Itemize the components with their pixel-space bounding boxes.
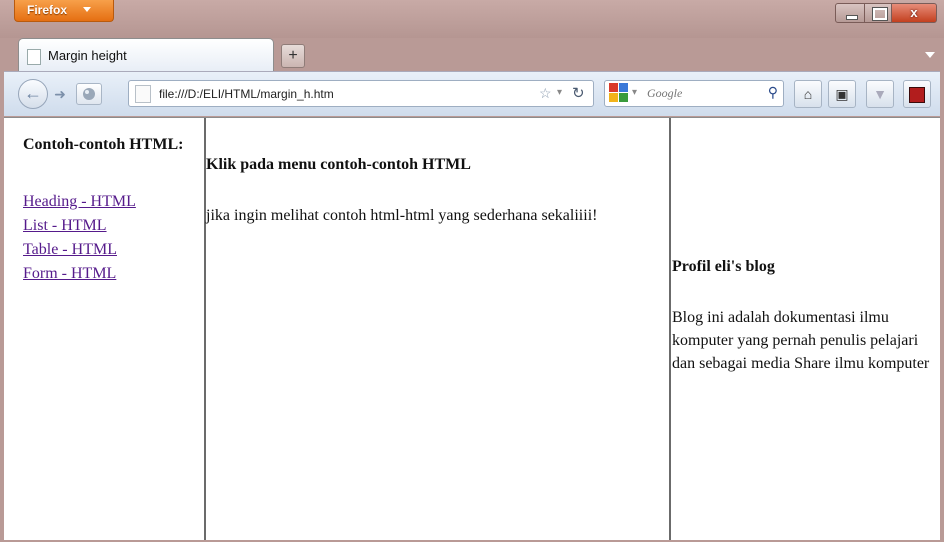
- tab-title: Margin height: [48, 48, 127, 63]
- bookmarks-icon: ▣: [835, 86, 849, 102]
- list-item: Form - HTML: [23, 262, 136, 286]
- downloads-button[interactable]: ▼: [866, 80, 894, 108]
- search-engine-dropdown-icon[interactable]: ▾: [632, 87, 637, 98]
- page-favicon-icon: [27, 49, 41, 65]
- title-bar: Firefox x: [0, 0, 944, 38]
- bookmarks-button[interactable]: ▣: [828, 80, 856, 108]
- main-frame-heading: Klik pada menu contoh-contoh HTML: [206, 156, 471, 173]
- right-frame: Profil eli's blog Blog ini adalah dokume…: [671, 118, 940, 540]
- link-heading-html[interactable]: Heading - HTML: [23, 193, 136, 210]
- main-frame-text: jika ingin melihat contoh html-html yang…: [206, 207, 598, 224]
- site-identity-button[interactable]: [76, 83, 102, 105]
- list-item: Table - HTML: [23, 238, 136, 262]
- forward-arrow-icon: ➜: [54, 86, 66, 102]
- back-forward-group: ← ➜: [18, 79, 114, 109]
- navigation-toolbar: ← ➜ ☆ ▾ ↻ ▾ ⚲ ⌂ ▣ ▼: [4, 71, 940, 116]
- address-bar[interactable]: ☆ ▾ ↻: [128, 80, 594, 107]
- link-list-html[interactable]: List - HTML: [23, 217, 107, 234]
- back-arrow-icon: ←: [24, 83, 42, 103]
- list-item: List - HTML: [23, 214, 136, 238]
- page-viewport: Contoh-contoh HTML: Heading - HTML List …: [4, 117, 940, 540]
- close-window-button[interactable]: x: [891, 3, 937, 23]
- search-icon[interactable]: ⚲: [768, 84, 778, 101]
- list-item: Heading - HTML: [23, 190, 136, 214]
- home-button[interactable]: ⌂: [794, 80, 822, 108]
- right-frame-heading: Profil eli's blog: [672, 258, 775, 275]
- plus-icon: +: [288, 47, 298, 64]
- download-icon: ▼: [873, 86, 887, 102]
- tab-margin-height[interactable]: Margin height: [18, 38, 274, 71]
- main-frame: Klik pada menu contoh-contoh HTML jika i…: [206, 118, 671, 540]
- example-links-list: Heading - HTML List - HTML Table - HTML …: [23, 190, 136, 286]
- maximize-button[interactable]: [864, 3, 892, 23]
- minimize-button[interactable]: [835, 3, 865, 23]
- close-icon: x: [910, 5, 918, 20]
- addon-button[interactable]: [903, 80, 931, 108]
- left-frame-heading: Contoh-contoh HTML:: [23, 136, 184, 153]
- google-logo-icon[interactable]: [609, 83, 629, 103]
- addon-icon: [909, 87, 925, 103]
- page-icon: [135, 85, 151, 103]
- right-frame-text: Blog ini adalah dokumentasi ilmu kompute…: [672, 309, 930, 372]
- link-form-html[interactable]: Form - HTML: [23, 265, 116, 282]
- new-tab-button[interactable]: +: [281, 44, 305, 68]
- search-bar[interactable]: ▾ ⚲: [604, 80, 784, 107]
- globe-icon: [83, 88, 95, 100]
- firefox-menu-button[interactable]: Firefox: [14, 0, 114, 22]
- firefox-menu-label: Firefox: [27, 3, 68, 17]
- back-button[interactable]: ←: [18, 79, 48, 109]
- url-input[interactable]: [159, 87, 499, 101]
- minimize-icon: [846, 15, 858, 20]
- history-dropdown-icon[interactable]: ▾: [557, 87, 562, 98]
- list-all-tabs-icon[interactable]: [925, 52, 935, 58]
- reload-icon[interactable]: ↻: [572, 84, 585, 102]
- chevron-down-icon: [83, 7, 91, 12]
- left-frame: Contoh-contoh HTML: Heading - HTML List …: [4, 118, 206, 540]
- link-table-html[interactable]: Table - HTML: [23, 241, 117, 258]
- bookmark-star-icon[interactable]: ☆: [539, 85, 552, 102]
- maximize-icon: [872, 7, 888, 21]
- search-input[interactable]: [645, 85, 749, 102]
- forward-button[interactable]: ➜: [48, 84, 72, 104]
- home-icon: ⌂: [803, 86, 813, 102]
